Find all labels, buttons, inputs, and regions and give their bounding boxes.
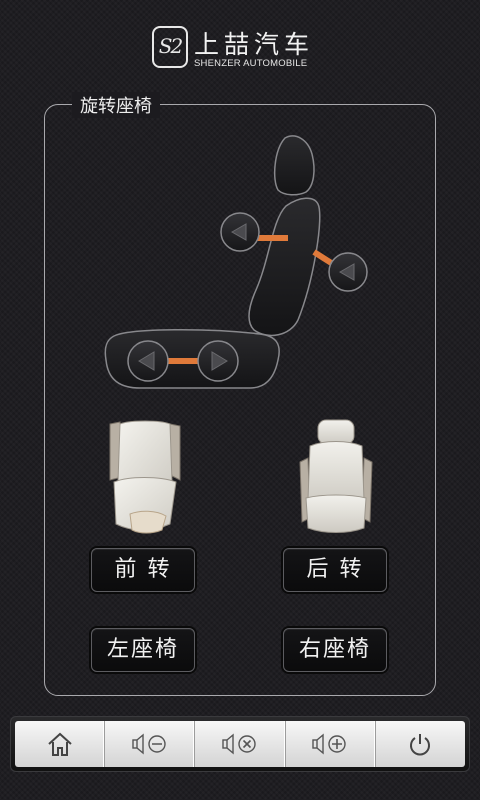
home-button[interactable] (15, 721, 106, 767)
volume-up-icon (312, 733, 346, 755)
right-seat-image (299, 419, 373, 533)
left-seat-image (109, 420, 181, 534)
seat-adjust-diagram (104, 135, 368, 389)
rear-rotate-button[interactable]: 后 转 (283, 548, 387, 592)
backrest-icon (248, 197, 321, 337)
right-seat-button[interactable]: 右座椅 (283, 628, 387, 672)
volume-up-button[interactable] (286, 721, 376, 767)
panel-title: 旋转座椅 (72, 92, 160, 118)
brand-name-en: SHENZER AUTOMOBILE (194, 58, 308, 69)
left-seat-button[interactable]: 左座椅 (91, 628, 195, 672)
headrest-icon (273, 135, 315, 196)
backrest-forward-button[interactable] (220, 212, 260, 252)
power-icon (410, 734, 431, 756)
volume-mute-icon (222, 733, 256, 755)
logo-emblem: S2 (152, 26, 188, 68)
front-rotate-button[interactable]: 前 转 (91, 548, 195, 592)
toolbar-buttons (15, 721, 465, 767)
power-button[interactable] (376, 721, 465, 767)
logo-mark-text: S2 (158, 34, 183, 58)
cushion-forward-button[interactable] (127, 340, 169, 382)
backrest-recline-button[interactable] (328, 252, 368, 292)
volume-down-icon (132, 733, 166, 755)
volume-down-button[interactable] (105, 721, 196, 767)
home-icon (47, 732, 72, 756)
brand-name-cn: 上喆汽车 (194, 30, 315, 59)
cushion-backward-button[interactable] (197, 340, 239, 382)
brand-logo: S2 上喆汽车 SHENZER AUTOMOBILE (150, 24, 330, 72)
bottom-toolbar (10, 716, 470, 772)
volume-mute-button[interactable] (195, 721, 286, 767)
